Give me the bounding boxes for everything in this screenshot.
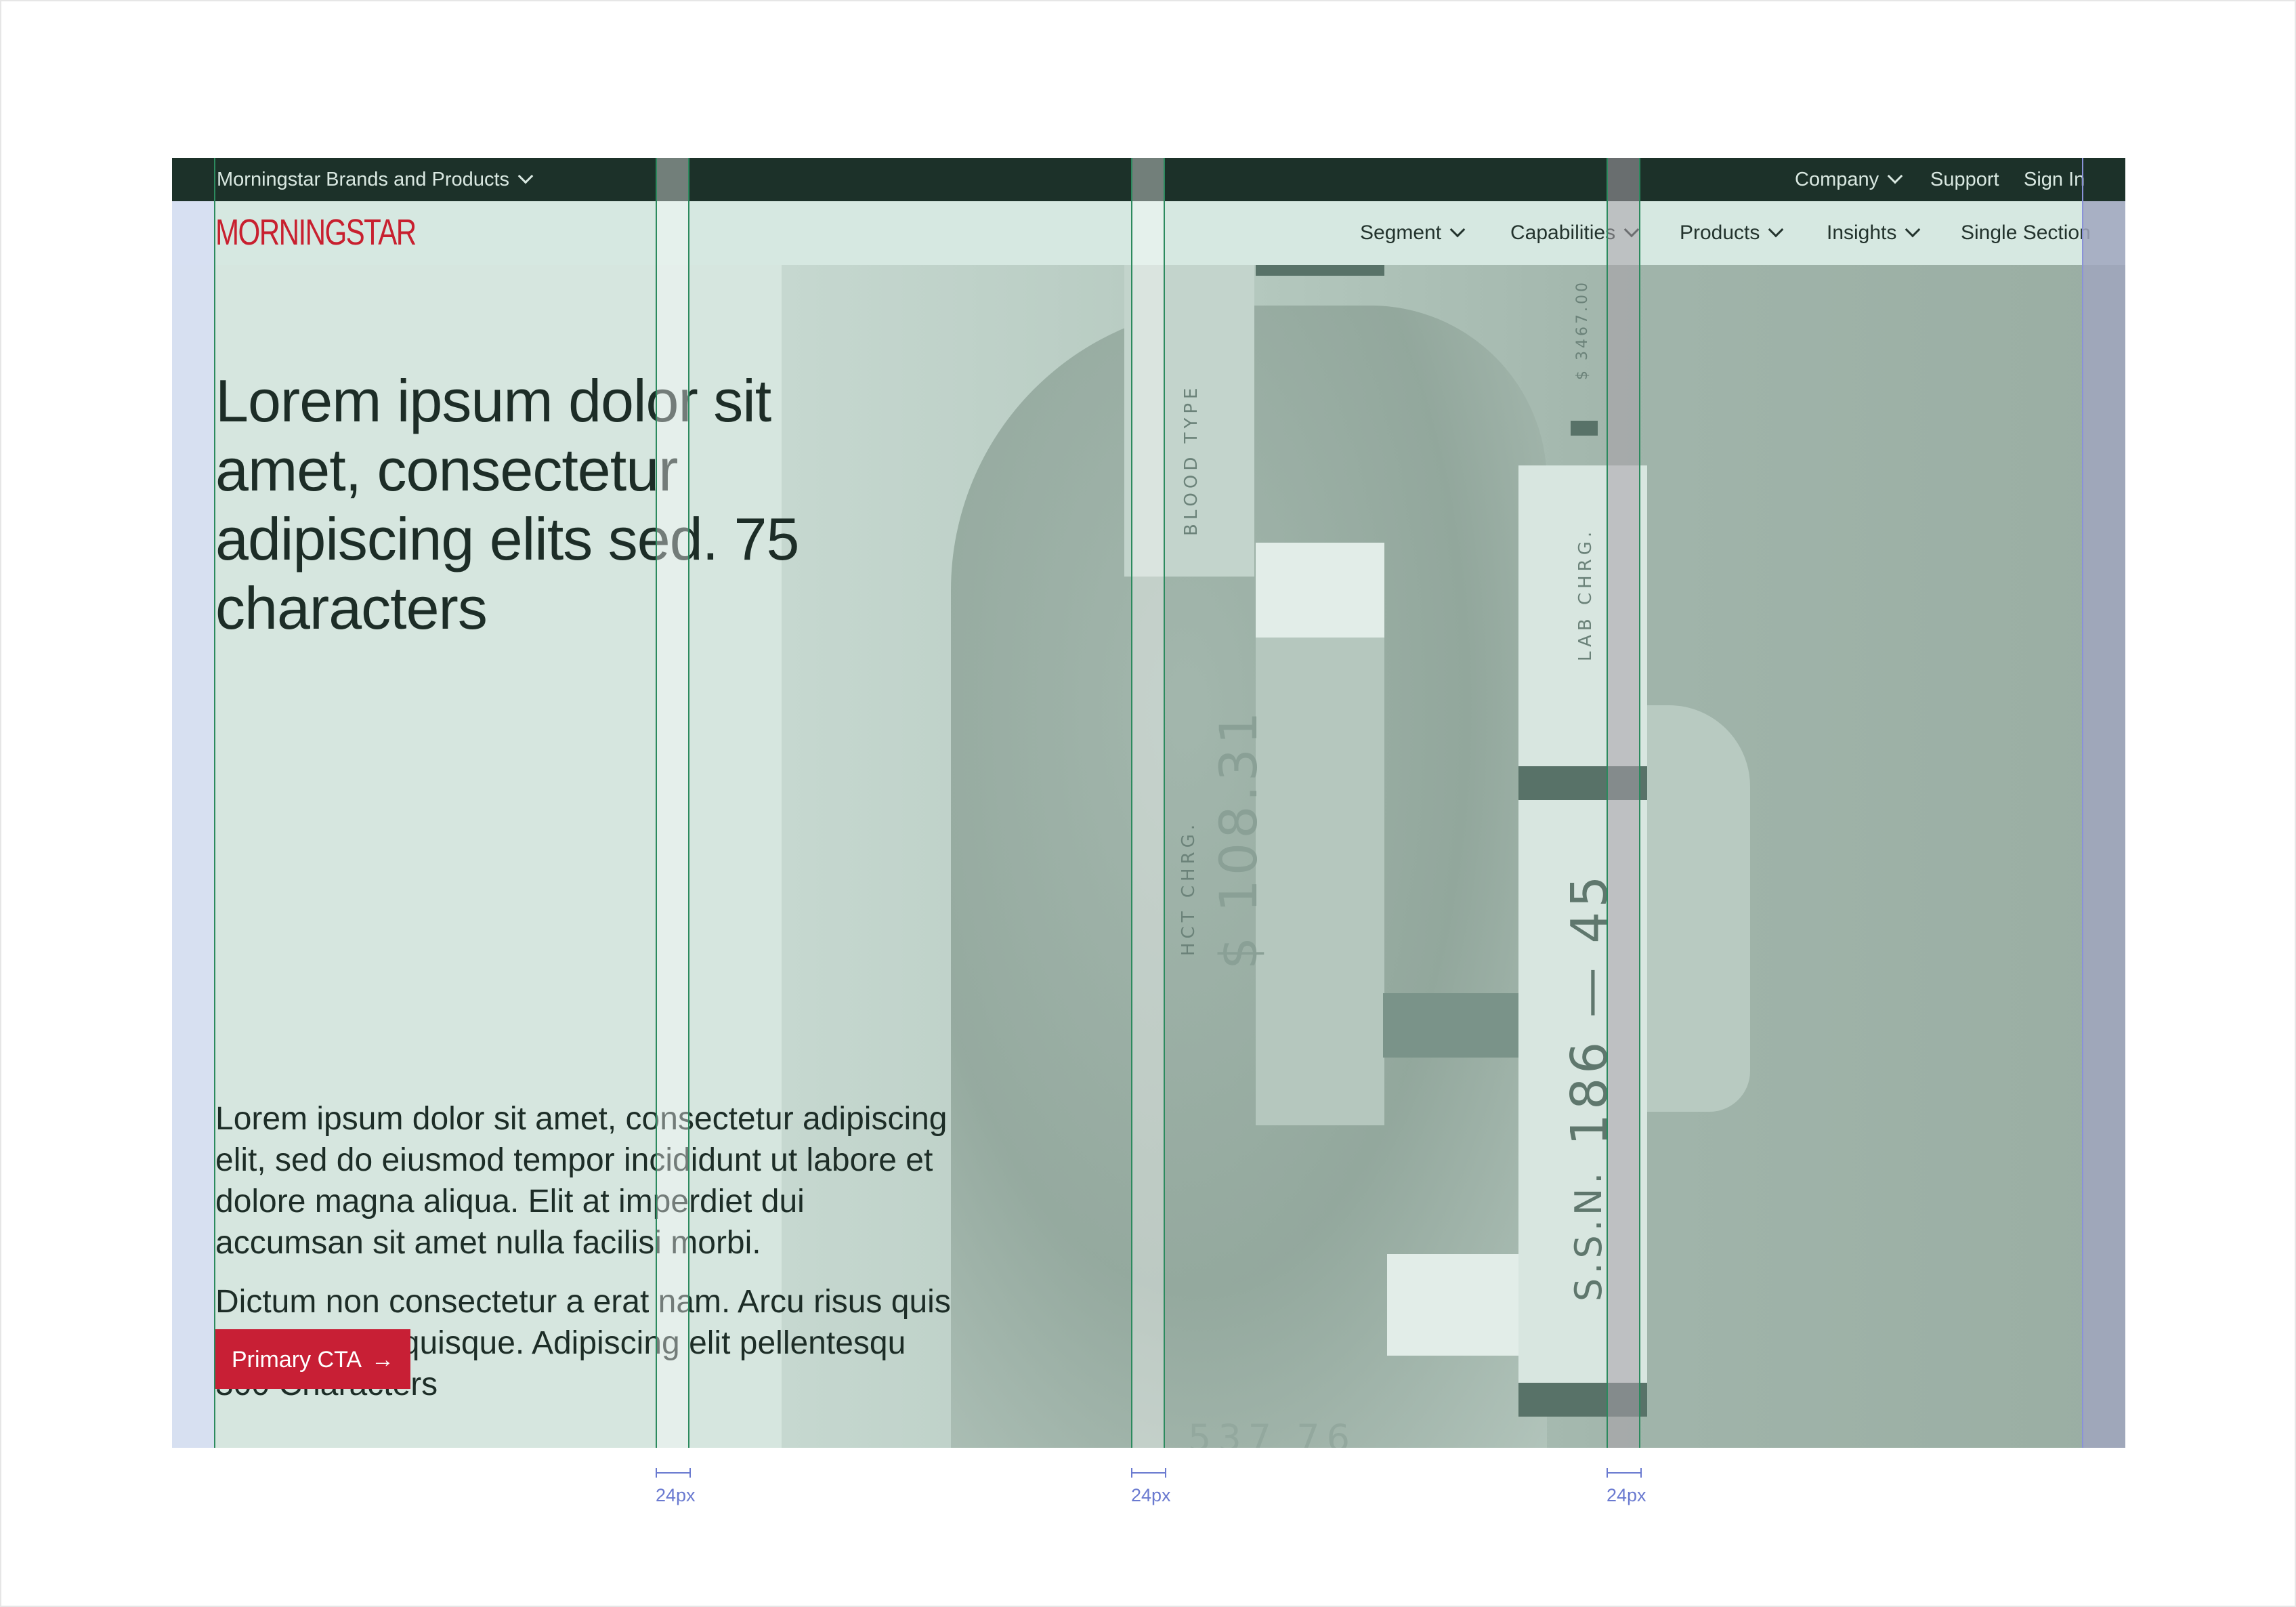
bracket	[656, 1468, 691, 1478]
nav-item-label: Products	[1680, 222, 1760, 244]
art-label: $ 108.31	[1208, 707, 1269, 969]
chevron-down-icon	[1905, 222, 1921, 238]
gutter-annotation: 24px	[1607, 1468, 1646, 1506]
website-mockup: Morningstar Brands and Products Company …	[172, 158, 2125, 1448]
company-label: Company	[1795, 169, 1879, 190]
art-label: 537 76	[1188, 1417, 1357, 1448]
art-label: S.S.N.	[1567, 1168, 1610, 1301]
nav-item-label: Segment	[1360, 222, 1442, 244]
art-label: LAB CHRG.	[1575, 527, 1596, 661]
nav-item-label: Insights	[1827, 222, 1897, 244]
nav-item-single-section[interactable]: Single Section	[1961, 201, 2091, 265]
hero-portrait-collage: BLOOD TYPE HCT CHRG. $ 108.31 $ 3467.00 …	[782, 265, 2125, 1448]
art-label: HCT CHRG.	[1178, 820, 1199, 956]
sign-in-link[interactable]: Sign In	[2024, 158, 2085, 201]
gutter-annotation: 24px	[656, 1468, 696, 1506]
nav-item-insights[interactable]: Insights	[1827, 201, 1921, 265]
annotation-label: 24px	[656, 1485, 696, 1505]
art-block	[1518, 1383, 1647, 1417]
chevron-down-icon	[1887, 168, 1903, 184]
cta-label: Primary CTA	[231, 1347, 362, 1373]
art-block	[1256, 543, 1384, 638]
art-label: BLOOD TYPE	[1181, 383, 1202, 536]
brands-products-label: Morningstar Brands and Products	[217, 169, 509, 190]
support-link[interactable]: Support	[1930, 158, 1999, 201]
chevron-down-icon	[1449, 222, 1466, 238]
nav-item-products[interactable]: Products	[1680, 201, 1784, 265]
art-label: 186 — 45	[1560, 871, 1619, 1146]
hero-section: BLOOD TYPE HCT CHRG. $ 108.31 $ 3467.00 …	[172, 265, 2125, 1448]
grid-margin-left	[172, 201, 214, 1448]
chevron-down-icon	[1623, 222, 1640, 238]
company-menu[interactable]: Company	[1795, 158, 1903, 201]
art-block	[1518, 766, 1647, 800]
nav-item-label: Capabilities	[1510, 222, 1616, 244]
morningstar-logo[interactable]: MORNINGSTAR	[215, 212, 417, 253]
art-label: $ 3467.00	[1574, 280, 1591, 380]
chevron-down-icon	[1768, 222, 1784, 238]
arrow-right-icon: →	[371, 1347, 395, 1373]
bracket	[1607, 1468, 1642, 1478]
bracket	[1131, 1468, 1166, 1478]
art-block	[1387, 1254, 1518, 1356]
brands-products-menu[interactable]: Morningstar Brands and Products	[217, 158, 534, 201]
art-block	[1383, 993, 1518, 1058]
primary-cta-button[interactable]: Primary CTA →	[215, 1329, 410, 1389]
annotation-label: 24px	[1607, 1485, 1646, 1505]
art-block	[1256, 265, 1384, 276]
chevron-down-icon	[517, 168, 534, 184]
utility-bar: Morningstar Brands and Products Company …	[172, 158, 2125, 201]
main-nav: MORNINGSTAR Segment Capabilities Product…	[172, 201, 2125, 266]
nav-item-capabilities[interactable]: Capabilities	[1510, 201, 1640, 265]
gutter-annotation: 24px	[1131, 1468, 1171, 1506]
annotation-label: 24px	[1131, 1485, 1171, 1505]
hero-paragraph: Lorem ipsum dolor sit amet, consectetur …	[215, 1101, 948, 1261]
nav-item-segment[interactable]: Segment	[1360, 201, 1466, 265]
grid-margin-right	[2083, 201, 2125, 1448]
hero-title: Lorem ipsum dolor sit amet, consectetur …	[215, 367, 799, 642]
art-block	[1571, 421, 1598, 436]
